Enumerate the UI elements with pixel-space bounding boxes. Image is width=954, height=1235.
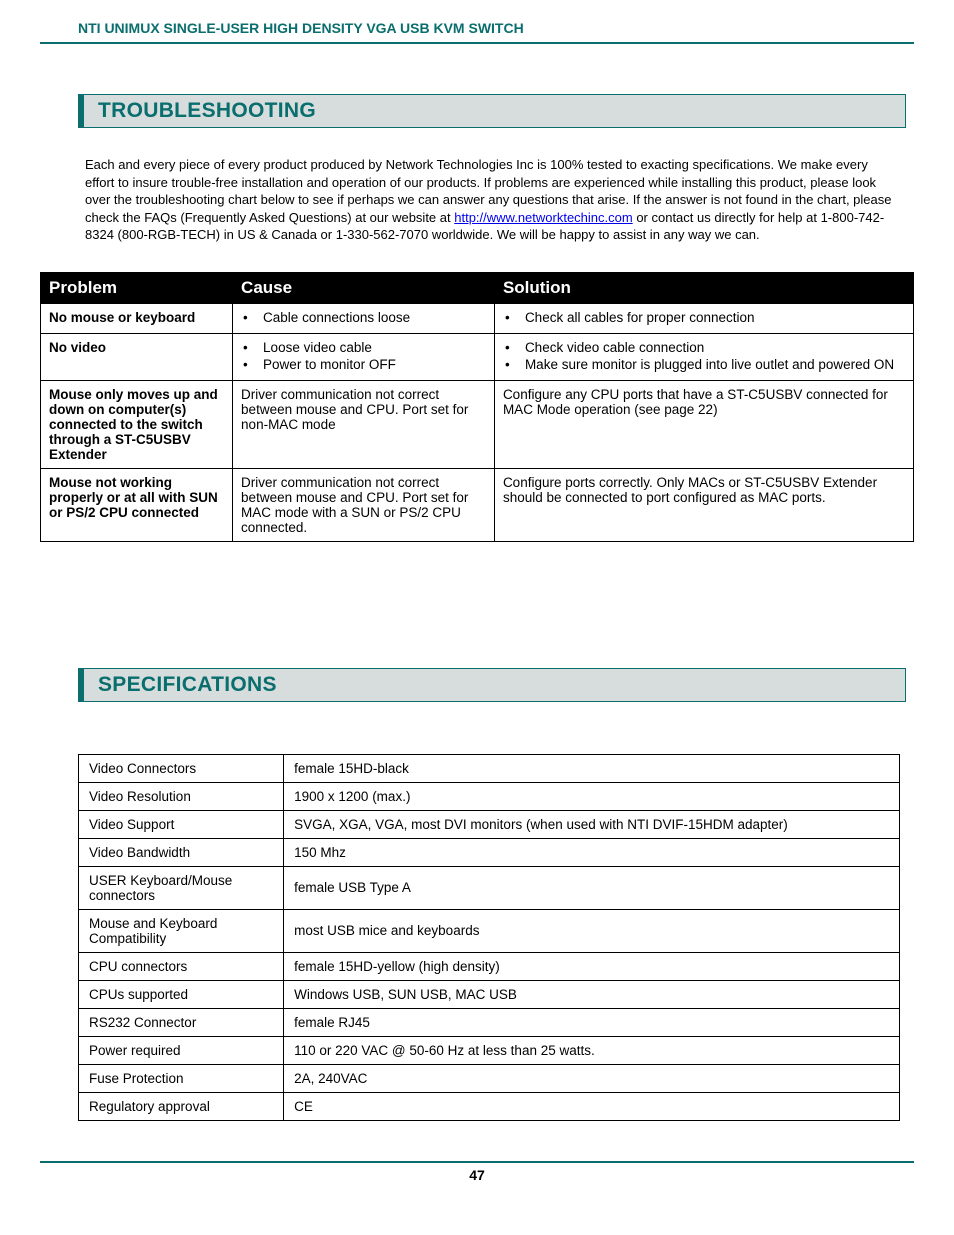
specifications-table: Video Connectorsfemale 15HD-black Video …: [78, 754, 900, 1121]
table-row: Mouse not working properly or at all wit…: [41, 468, 914, 541]
spec-label: CPUs supported: [79, 980, 284, 1008]
table-row: RS232 Connectorfemale RJ45: [79, 1008, 900, 1036]
table-header-row: Problem Cause Solution: [41, 272, 914, 303]
website-link[interactable]: http://www.networktechinc.com: [454, 210, 632, 225]
table-row: Power required110 or 220 VAC @ 50-60 Hz …: [79, 1036, 900, 1064]
th-problem: Problem: [41, 272, 233, 303]
table-row: CPU connectorsfemale 15HD-yellow (high d…: [79, 952, 900, 980]
table-row: Mouse and Keyboard Compatibilitymost USB…: [79, 909, 900, 952]
table-row: CPUs supportedWindows USB, SUN USB, MAC …: [79, 980, 900, 1008]
solution-item: Make sure monitor is plugged into live o…: [525, 357, 905, 372]
solution-item: Check all cables for proper connection: [525, 310, 905, 325]
cause-item: Cable connections loose: [263, 310, 486, 325]
spec-value: female USB Type A: [284, 866, 899, 909]
table-row: Fuse Protection2A, 240VAC: [79, 1064, 900, 1092]
spec-label: Video Connectors: [79, 754, 284, 782]
spec-value: most USB mice and keyboards: [284, 909, 899, 952]
spec-value: CE: [284, 1092, 899, 1120]
spec-label: Video Support: [79, 810, 284, 838]
header-rule: [40, 42, 914, 44]
spec-value: 2A, 240VAC: [284, 1064, 899, 1092]
cell-problem: Mouse only moves up and down on computer…: [41, 380, 233, 468]
spec-label: Video Bandwidth: [79, 838, 284, 866]
cell-solution: Configure any CPU ports that have a ST-C…: [494, 380, 913, 468]
spec-label: CPU connectors: [79, 952, 284, 980]
cell-cause: •Cable connections loose: [233, 303, 495, 333]
spec-value: 1900 x 1200 (max.): [284, 782, 899, 810]
spec-label: USER Keyboard/Mouse connectors: [79, 866, 284, 909]
table-row: Video Bandwidth150 Mhz: [79, 838, 900, 866]
spec-label: Regulatory approval: [79, 1092, 284, 1120]
spec-value: 150 Mhz: [284, 838, 899, 866]
cause-item: Loose video cable: [263, 340, 486, 355]
troubleshooting-table: Problem Cause Solution No mouse or keybo…: [40, 272, 914, 542]
cell-solution: Configure ports correctly. Only MACs or …: [494, 468, 913, 541]
spec-value: SVGA, XGA, VGA, most DVI monitors (when …: [284, 810, 899, 838]
spec-label: RS232 Connector: [79, 1008, 284, 1036]
spec-value: Windows USB, SUN USB, MAC USB: [284, 980, 899, 1008]
table-row: Video Connectorsfemale 15HD-black: [79, 754, 900, 782]
section-heading-specifications: SPECIFICATIONS: [78, 668, 906, 702]
spec-label: Power required: [79, 1036, 284, 1064]
cell-solution: •Check video cable connection •Make sure…: [494, 333, 913, 380]
cell-cause: Driver communication not correct between…: [233, 468, 495, 541]
table-row: Regulatory approvalCE: [79, 1092, 900, 1120]
cell-problem: Mouse not working properly or at all wit…: [41, 468, 233, 541]
spec-value: female RJ45: [284, 1008, 899, 1036]
solution-item: Check video cable connection: [525, 340, 905, 355]
troubleshooting-intro: Each and every piece of every product pr…: [85, 156, 894, 244]
page-number: 47: [40, 1163, 914, 1183]
spec-value: female 15HD-yellow (high density): [284, 952, 899, 980]
table-row: No video •Loose video cable •Power to mo…: [41, 333, 914, 380]
table-row: Mouse only moves up and down on computer…: [41, 380, 914, 468]
table-row: No mouse or keyboard •Cable connections …: [41, 303, 914, 333]
cell-solution: •Check all cables for proper connection: [494, 303, 913, 333]
table-row: Video Resolution1900 x 1200 (max.): [79, 782, 900, 810]
table-row: Video SupportSVGA, XGA, VGA, most DVI mo…: [79, 810, 900, 838]
spec-label: Mouse and Keyboard Compatibility: [79, 909, 284, 952]
cell-problem: No mouse or keyboard: [41, 303, 233, 333]
cell-problem: No video: [41, 333, 233, 380]
section-heading-troubleshooting: TROUBLESHOOTING: [78, 94, 906, 128]
table-row: USER Keyboard/Mouse connectorsfemale USB…: [79, 866, 900, 909]
cause-item: Power to monitor OFF: [263, 357, 486, 372]
spec-value: female 15HD-black: [284, 754, 899, 782]
th-cause: Cause: [233, 272, 495, 303]
spec-label: Video Resolution: [79, 782, 284, 810]
cell-cause: •Loose video cable •Power to monitor OFF: [233, 333, 495, 380]
page-header-title: NTI UNIMUX SINGLE-USER HIGH DENSITY VGA …: [40, 20, 914, 42]
spec-label: Fuse Protection: [79, 1064, 284, 1092]
th-solution: Solution: [494, 272, 913, 303]
spec-value: 110 or 220 VAC @ 50-60 Hz at less than 2…: [284, 1036, 899, 1064]
cell-cause: Driver communication not correct between…: [233, 380, 495, 468]
